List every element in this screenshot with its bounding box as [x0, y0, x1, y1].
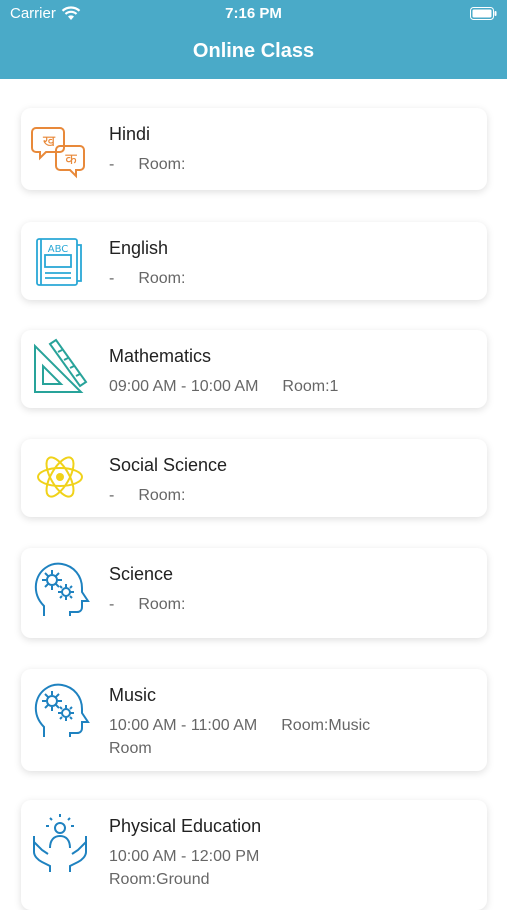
class-subject: Hindi	[109, 124, 151, 144]
class-detail: - Room:	[109, 153, 459, 176]
class-time: 10:00 AM - 11:00 AM	[109, 717, 258, 734]
class-room: Room:Ground	[109, 871, 210, 888]
status-time: 7:16 PM	[225, 5, 282, 22]
class-subject: English	[109, 238, 169, 258]
class-time: -	[109, 596, 115, 613]
class-time: 09:00 AM - 10:00 AM	[109, 378, 259, 395]
app-header: Carrier 7:16 PM Online Class	[0, 0, 507, 79]
svg-text:क: क	[65, 150, 77, 168]
class-subject: Science	[109, 564, 174, 584]
class-time: -	[109, 270, 115, 287]
class-card-hindi[interactable]: ख क Hindi - Room:	[21, 108, 487, 190]
class-time: -	[109, 156, 115, 173]
class-detail: - Room:	[109, 593, 459, 616]
class-subject: Social Science	[109, 455, 228, 475]
class-subject: Mathematics	[109, 346, 212, 366]
class-room: Room:Music	[281, 717, 371, 734]
ruler-triangle-icon	[34, 338, 88, 393]
class-room: Room:	[138, 270, 186, 287]
hands-person-icon	[33, 814, 87, 872]
svg-text:ABC: ABC	[48, 244, 69, 255]
abc-book-icon: ABC	[36, 238, 82, 286]
class-room: Room:	[138, 156, 186, 173]
class-room-continued: Room	[109, 740, 152, 757]
class-time: -	[109, 487, 115, 504]
class-card-mathematics[interactable]: Mathematics 09:00 AM - 10:00 AM Room:1	[21, 330, 487, 408]
gear-head-icon	[34, 683, 90, 737]
class-card-science[interactable]: Science - Room:	[21, 548, 487, 638]
class-card-english[interactable]: ABC English - Room:	[21, 222, 487, 300]
svg-text:ख: ख	[43, 132, 56, 150]
class-detail: 09:00 AM - 10:00 AM Room:1	[109, 375, 459, 398]
atom-icon	[37, 456, 83, 498]
class-room: Room:1	[282, 378, 339, 395]
class-card-social-science[interactable]: Social Science - Room:	[21, 439, 487, 517]
class-card-physical-education[interactable]: Physical Education 10:00 AM - 12:00 PM R…	[21, 800, 487, 910]
class-detail: 10:00 AM - 11:00 AM Room:Music Room	[109, 714, 459, 760]
class-detail: - Room:	[109, 484, 459, 507]
battery-icon	[470, 7, 497, 20]
class-card-music[interactable]: Music 10:00 AM - 11:00 AM Room:Music Room	[21, 669, 487, 771]
class-detail: - Room:	[109, 267, 459, 290]
class-subject: Physical Education	[109, 816, 262, 836]
class-detail: 10:00 AM - 12:00 PM Room:Ground	[109, 845, 459, 891]
class-room: Room:	[138, 487, 186, 504]
hindi-letters-icon: ख क	[31, 127, 85, 179]
class-time: 10:00 AM - 12:00 PM	[109, 848, 260, 865]
gear-head-icon	[34, 562, 90, 616]
page-title: Online Class	[192, 40, 315, 62]
class-subject: Music	[109, 685, 157, 705]
status-bar: Carrier 7:16 PM	[0, 0, 507, 28]
class-room: Room:	[138, 596, 186, 613]
